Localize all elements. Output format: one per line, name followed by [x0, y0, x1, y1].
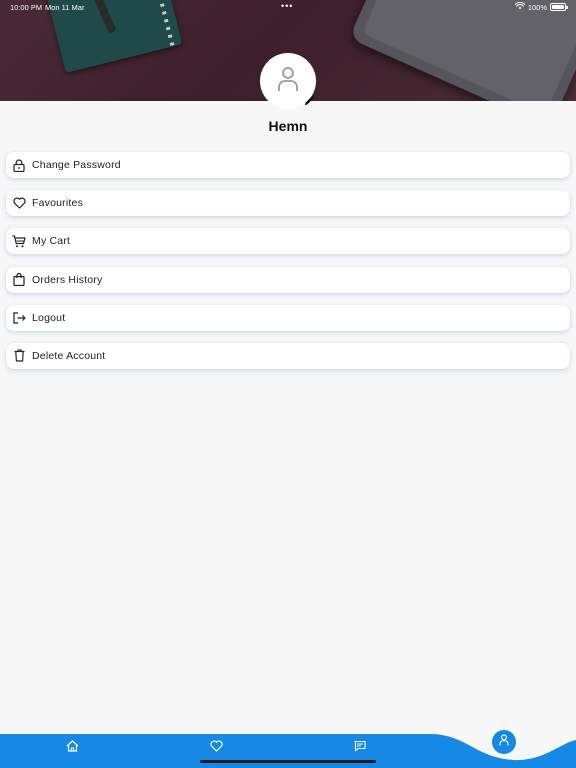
menu-item-logout[interactable]: Logout	[6, 304, 570, 331]
nav-profile-button[interactable]	[492, 730, 516, 754]
menu-item-my-cart[interactable]: My Cart	[6, 228, 570, 255]
home-icon	[66, 739, 79, 757]
battery-percent: 100%	[527, 2, 547, 12]
menu-item-label: My Cart	[32, 235, 71, 248]
menu-item-label: Orders History	[32, 273, 103, 286]
profile-icon	[499, 733, 509, 751]
battery-icon	[550, 3, 568, 11]
status-indicators: 100%	[514, 1, 568, 12]
profile-screen: 10:00 PM Mon 11 Mar ••• 100% Hemn Change…	[0, 0, 576, 768]
menu-item-label: Logout	[32, 311, 66, 324]
trash-icon	[12, 349, 26, 363]
profile-name: Hemn	[268, 118, 308, 134]
user-icon	[277, 66, 299, 97]
cart-icon	[12, 234, 26, 248]
status-bar: 10:00 PM Mon 11 Mar ••• 100%	[0, 0, 576, 16]
heart-icon	[12, 196, 26, 210]
menu-item-label: Change Password	[32, 159, 121, 171]
home-indicator[interactable]	[200, 760, 376, 763]
heart-icon	[209, 739, 223, 757]
edit-avatar-button[interactable]	[302, 95, 316, 109]
nav-home-button[interactable]	[60, 736, 84, 760]
menu-item-orders-history[interactable]: Orders History	[6, 266, 570, 293]
bag-icon	[12, 273, 26, 287]
multitasking-dots[interactable]: •••	[281, 1, 293, 11]
nav-favourites-button[interactable]	[204, 736, 228, 760]
menu-item-label: Delete Account	[32, 349, 106, 362]
menu-item-delete-account[interactable]: Delete Account	[6, 342, 570, 369]
chat-icon	[354, 739, 366, 757]
nav-messages-button[interactable]	[348, 736, 372, 760]
status-date: Mon 11 Mar	[45, 3, 85, 12]
menu-item-favourites[interactable]: Favourites	[6, 190, 570, 217]
logout-icon	[12, 311, 26, 325]
menu-item-change-password[interactable]: Change Password	[6, 152, 570, 178]
wifi-icon	[514, 1, 525, 12]
menu-item-label: Favourites	[32, 197, 84, 210]
profile-menu: Change Password Favourites My Cart Order…	[6, 152, 570, 381]
lock-icon	[12, 158, 26, 172]
status-time: 10:00 PM	[10, 3, 43, 12]
pencil-icon	[304, 93, 315, 111]
